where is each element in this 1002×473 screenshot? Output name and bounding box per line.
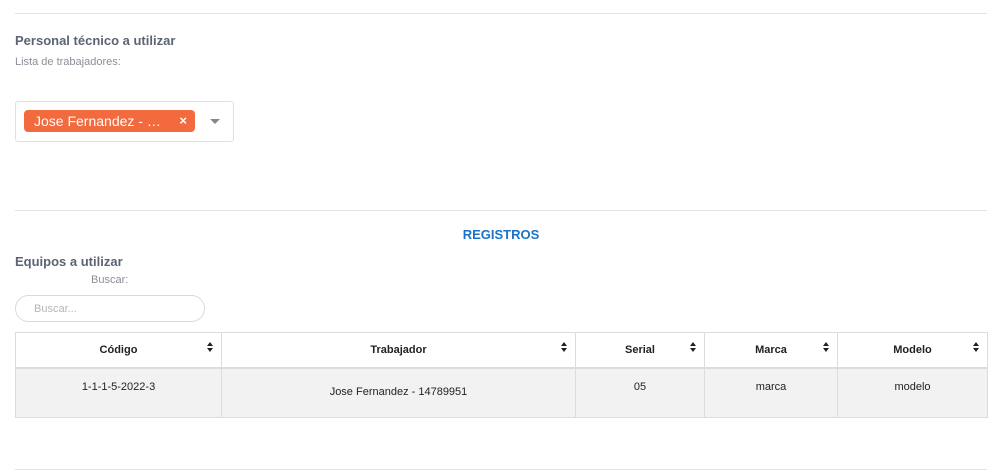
search-label: Buscar: (91, 274, 129, 286)
equipos-section-title: Equipos a utilizar (15, 254, 123, 269)
column-header-modelo[interactable]: Modelo (837, 332, 988, 369)
personal-section-title: Personal técnico a utilizar (15, 33, 176, 48)
cell-trabajador: Jose Fernandez - 14789951 (221, 367, 576, 418)
sort-icon[interactable] (823, 342, 829, 354)
sort-icon[interactable] (973, 342, 979, 354)
sort-icon[interactable] (690, 342, 696, 354)
cell-marca: marca (704, 367, 838, 418)
cell-modelo: modelo (837, 367, 988, 418)
column-header-serial[interactable]: Serial (575, 332, 705, 369)
middle-divider (15, 210, 987, 211)
column-header-label: Serial (625, 344, 655, 357)
workers-list-label: Lista de trabajadores: (15, 56, 121, 68)
remove-chip-icon[interactable]: × (179, 110, 187, 132)
chevron-down-icon[interactable] (210, 119, 220, 124)
cell-serial: 05 (575, 367, 705, 418)
column-header-trabajador[interactable]: Trabajador (221, 332, 576, 369)
column-header-label: Código (99, 344, 138, 357)
table-row[interactable]: 1-1-1-5-2022-3 Jose Fernandez - 14789951… (15, 367, 988, 418)
sort-icon[interactable] (207, 342, 213, 354)
column-header-codigo[interactable]: Código (15, 332, 222, 369)
registros-heading: REGISTROS (462, 227, 540, 242)
bottom-divider (15, 469, 987, 470)
workers-multiselect[interactable]: Jose Fernandez - … × (15, 101, 234, 142)
sort-icon[interactable] (561, 342, 567, 354)
search-input[interactable] (15, 295, 205, 322)
column-header-label: Marca (755, 344, 787, 357)
cell-codigo: 1-1-1-5-2022-3 (15, 367, 222, 418)
selected-worker-chip-label: Jose Fernandez - … (34, 113, 161, 129)
top-divider (15, 13, 987, 14)
column-header-label: Trabajador (370, 344, 427, 357)
table-header-row: Código Trabajador Serial Marca Modelo (15, 332, 988, 369)
column-header-label: Modelo (893, 344, 932, 357)
column-header-marca[interactable]: Marca (704, 332, 838, 369)
equipment-table: Código Trabajador Serial Marca Modelo 1-… (15, 332, 988, 418)
selected-worker-chip[interactable]: Jose Fernandez - … × (24, 110, 195, 132)
